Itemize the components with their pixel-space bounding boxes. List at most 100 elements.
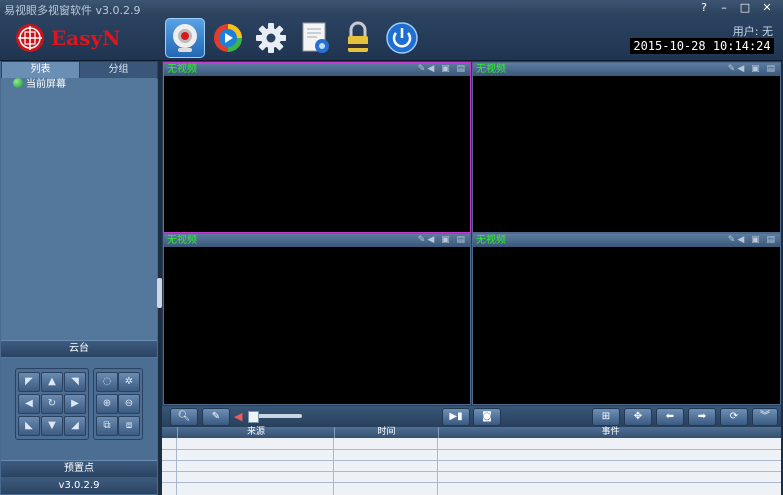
pane-control-icons[interactable]: ✎◀ ▣ ▤ (418, 64, 467, 75)
pane-header: 无视频 ✎◀ ▣ ▤ (164, 63, 470, 76)
bottom-toolbar: 🔍︎ ✎ ◀︎ ▶▮ ◙ ⊞ ✥ ⬅ ➡ ⟳ ︾ (162, 406, 781, 427)
settings-gear-icon (256, 23, 286, 53)
iris-open-button[interactable]: ⧉ (96, 416, 118, 436)
power-button[interactable] (382, 18, 422, 58)
focus-near-button[interactable]: ◌ (96, 372, 118, 392)
tab-group[interactable]: 分组 (79, 61, 158, 79)
log-button[interactable] (295, 18, 335, 58)
camera-preview-icon (173, 24, 197, 52)
pane-header: 无视频 ✎◀ ▣ ▤ (164, 234, 470, 247)
iris-close-button[interactable]: ⧈ (118, 416, 140, 436)
search-button[interactable]: 🔍︎ (170, 408, 198, 426)
snapshot-button[interactable]: ◙ (473, 408, 501, 426)
ptz-down-button[interactable]: ▼ (41, 416, 63, 436)
table-row-divider (162, 482, 781, 483)
easyn-logo: EasyN (14, 21, 134, 55)
globe-icon (13, 78, 23, 88)
log-document-icon (302, 22, 329, 53)
title-bar: 易视眼多视窗软件 v3.0.2.9 ? – □ ✕ (0, 0, 783, 17)
column-divider (437, 438, 438, 495)
pane-control-icons[interactable]: ✎◀ ▣ ▤ (418, 235, 467, 246)
video-pane-3[interactable]: 无视频 ✎◀ ▣ ▤ (163, 233, 471, 405)
ptz-left-button[interactable]: ◀ (18, 394, 40, 414)
microphone-icon: ✎ (211, 411, 221, 422)
ptz-up-left-button[interactable]: ◤ (18, 372, 40, 392)
search-icon: 🔍︎ (177, 411, 191, 422)
ptz-title: 云台 (1, 340, 157, 357)
next-page-button[interactable]: ➡ (688, 408, 716, 426)
ptz-down-left-button[interactable]: ◣ (18, 416, 40, 436)
settings-button[interactable] (251, 18, 291, 58)
record-icon: ▶▮ (449, 411, 463, 422)
header: EasyN 用户: 无 2015-10-28 10:14:24 (0, 17, 783, 61)
playback-button[interactable] (208, 18, 248, 58)
pane-header: 无视频 ✎◀ ▣ ▤ (473, 63, 780, 76)
pane-status-label: 无视频 (476, 235, 506, 246)
camera-preview-button[interactable] (165, 18, 205, 58)
column-divider (333, 438, 334, 495)
video-pane-4[interactable]: 无视频 ✎◀ ▣ ▤ (472, 233, 781, 405)
move-arrows-icon: ✥ (633, 411, 643, 422)
talk-button[interactable]: ✎ (202, 408, 230, 426)
speaker-mute-icon[interactable]: ◀︎ (234, 410, 242, 423)
close-button[interactable]: ✕ (759, 1, 775, 15)
column-source[interactable]: 来源 (177, 427, 334, 438)
help-button[interactable]: ? (696, 1, 712, 15)
column-divider (176, 438, 177, 495)
power-icon (386, 22, 418, 54)
expand-panel-button[interactable]: ︾ (752, 408, 778, 426)
volume-slider-thumb[interactable] (248, 411, 259, 423)
table-row-divider (162, 460, 781, 461)
arrow-right-icon: ➡ (697, 411, 707, 422)
table-row-divider (162, 449, 781, 450)
tab-list[interactable]: 列表 (1, 61, 80, 79)
layout-button[interactable]: ⊞ (592, 408, 620, 426)
grid-layout-icon: ⊞ (601, 411, 611, 422)
video-pane-1[interactable]: 无视频 ✎◀ ▣ ▤ (163, 62, 471, 233)
logo-text: EasyN (51, 26, 121, 50)
pane-status-label: 无视频 (476, 64, 506, 75)
column-index (162, 427, 176, 438)
pane-status-label: 无视频 (167, 64, 197, 75)
tree-item-current-screen[interactable]: 当前屏幕 (13, 78, 66, 92)
ptz-panel: ◤ ▲ ◥ ◀ ↻ ▶ ◣ ▼ ◢ ◌ ✲ ⊕ ⊖ ⧉ ⧈ (1, 358, 157, 468)
event-table: 来源 时间 事件 (162, 427, 781, 495)
column-time[interactable]: 时间 (334, 427, 438, 438)
video-grid: 无视频 ✎◀ ▣ ▤ 无视频 ✎◀ ▣ ▤ 无视频 ✎◀ ▣ ▤ 无视频 ✎◀ … (162, 61, 781, 406)
prev-page-button[interactable]: ⬅ (656, 408, 684, 426)
maximize-button[interactable]: □ (737, 1, 753, 15)
focus-far-button[interactable]: ✲ (118, 372, 140, 392)
minimize-button[interactable]: – (716, 1, 732, 15)
arrow-left-icon: ⬅ (665, 411, 675, 422)
clock-display: 2015-10-28 10:14:24 (630, 38, 774, 54)
cycle-button[interactable]: ⟳ (720, 408, 748, 426)
camera-icon: ◙ (482, 411, 492, 422)
column-event[interactable]: 事件 (438, 427, 782, 438)
ptz-down-right-button[interactable]: ◢ (64, 416, 86, 436)
pane-control-icons[interactable]: ✎◀ ▣ ▤ (728, 64, 777, 75)
zoom-out-button[interactable]: ⊖ (118, 394, 140, 414)
chevron-down-icon: ︾ (760, 411, 770, 422)
user-label: 用户: 无 (732, 25, 773, 38)
playback-icon (214, 24, 242, 52)
lock-button[interactable] (338, 18, 378, 58)
ptz-up-right-button[interactable]: ◥ (64, 372, 86, 392)
ptz-up-button[interactable]: ▲ (41, 372, 63, 392)
preset-title: 预置点 (1, 460, 157, 477)
record-button[interactable]: ▶▮ (442, 408, 470, 426)
zoom-in-button[interactable]: ⊕ (96, 394, 118, 414)
fullscreen-button[interactable]: ✥ (624, 408, 652, 426)
pane-header: 无视频 ✎◀ ▣ ▤ (473, 234, 780, 247)
lock-icon (348, 21, 368, 52)
tree-item-label: 当前屏幕 (26, 79, 66, 90)
video-pane-2[interactable]: 无视频 ✎◀ ▣ ▤ (472, 62, 781, 233)
window-title: 易视眼多视窗软件 v3.0.2.9 (4, 4, 141, 17)
event-table-header: 来源 时间 事件 (162, 427, 781, 438)
pane-status-label: 无视频 (167, 235, 197, 246)
table-row-divider (162, 471, 781, 472)
version-label: v3.0.2.9 (1, 477, 157, 494)
pane-control-icons[interactable]: ✎◀ ▣ ▤ (728, 235, 777, 246)
ptz-auto-button[interactable]: ↻ (41, 394, 63, 414)
ptz-right-button[interactable]: ▶ (64, 394, 86, 414)
sidebar: 列表 分组 当前屏幕 云台 ◤ ▲ ◥ ◀ ↻ ▶ ◣ ▼ ◢ ◌ ✲ ⊕ ⊖ … (0, 61, 158, 495)
